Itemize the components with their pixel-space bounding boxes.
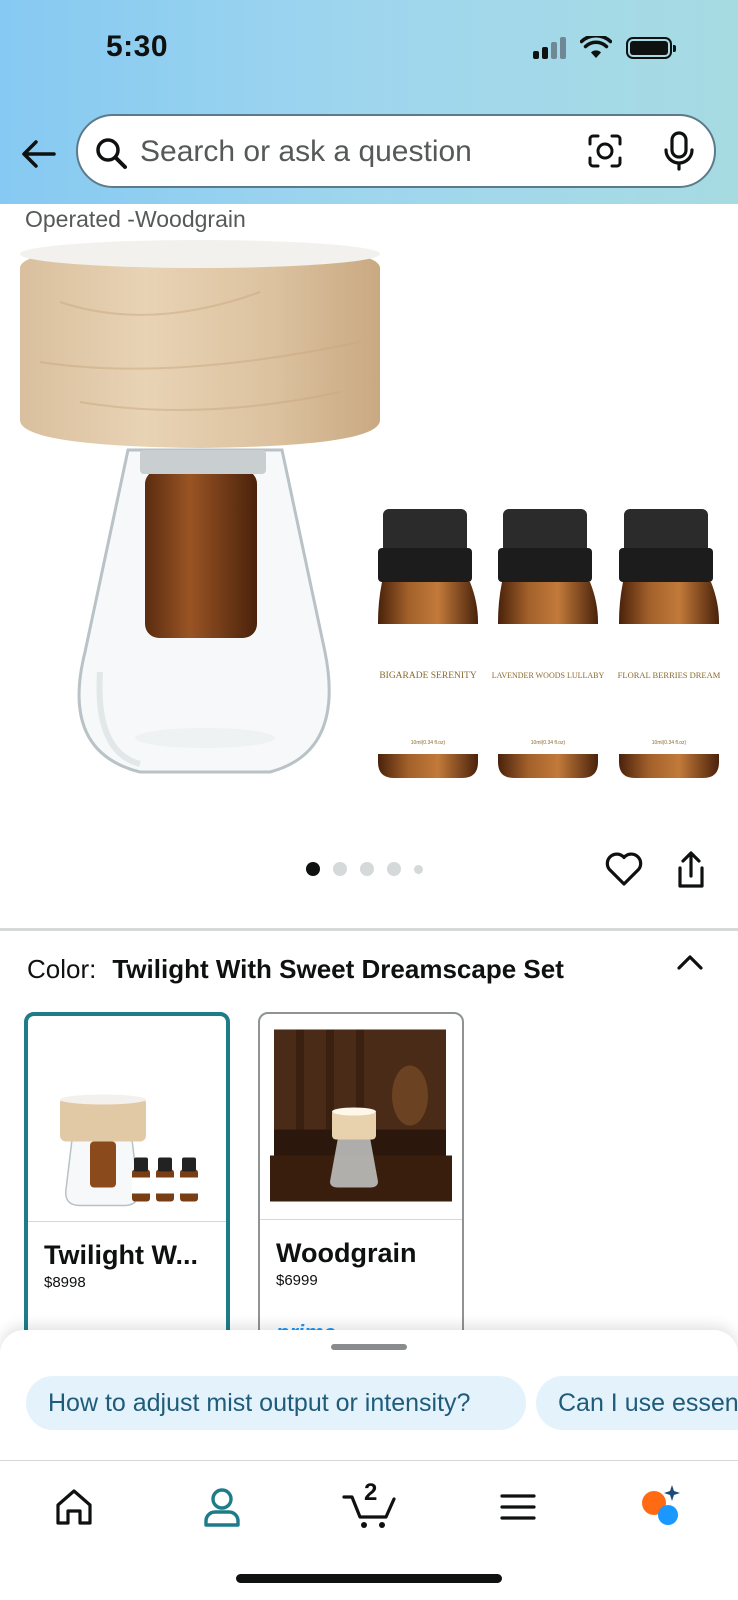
product-image[interactable]: BIGARADE SERENITY 10ml(0.34 fl.oz) LAVEN… bbox=[0, 232, 738, 812]
carousel-dot[interactable] bbox=[414, 864, 423, 874]
camera-lens-icon[interactable] bbox=[586, 132, 624, 170]
price-dollars: $69 bbox=[276, 1272, 302, 1289]
battery-icon bbox=[626, 37, 676, 59]
suggestion-chip[interactable]: Can I use essent bbox=[536, 1376, 738, 1430]
header: 5:30 bbox=[0, 0, 738, 204]
color-value: Twilight With Sweet Dreamscape Set bbox=[112, 954, 564, 984]
carousel-dot[interactable] bbox=[360, 862, 374, 876]
swatch-image bbox=[260, 1014, 462, 1220]
carousel-dot[interactable] bbox=[306, 862, 320, 876]
chevron-up-icon[interactable] bbox=[676, 952, 704, 972]
swatch-image bbox=[28, 1016, 226, 1222]
price-cents: 99 bbox=[301, 1272, 318, 1289]
search-bar[interactable] bbox=[76, 114, 716, 188]
bottle-label-3: FLORAL BERRIES DREAM bbox=[618, 670, 721, 680]
rufus-suggestion-sheet: How to adjust mist output or intensity? … bbox=[0, 1330, 738, 1460]
bottle-size-2: 10ml(0.34 fl.oz) bbox=[531, 740, 566, 746]
oil-bottle: LAVENDER WOODS LULLABY 10ml(0.34 fl.oz) bbox=[492, 509, 605, 778]
status-icons bbox=[533, 36, 676, 60]
color-label: Color: bbox=[27, 954, 97, 984]
carousel-dot[interactable] bbox=[387, 862, 401, 876]
sheet-handle[interactable] bbox=[331, 1344, 407, 1350]
carousel-dot[interactable] bbox=[333, 862, 347, 876]
variation-row: Color: Twilight With Sweet Dreamscape Se… bbox=[27, 954, 564, 985]
variation-swatch-twilight[interactable]: Twilight W... $8998 bbox=[24, 1012, 230, 1342]
suggestion-chip[interactable]: How to adjust mist output or intensity? bbox=[26, 1376, 526, 1430]
bottle-size-3: 10ml(0.34 fl.oz) bbox=[652, 740, 687, 746]
menu-icon[interactable] bbox=[494, 1483, 542, 1531]
bottle-label-1: BIGARADE SERENITY bbox=[379, 671, 477, 681]
bottle-label-2: LAVENDER WOODS LULLABY bbox=[492, 671, 605, 680]
status-time: 5:30 bbox=[106, 30, 169, 63]
cart-button[interactable]: 2 bbox=[342, 1479, 400, 1531]
cart-count: 2 bbox=[364, 1479, 378, 1506]
home-icon[interactable] bbox=[50, 1483, 98, 1531]
swatch-name: Woodgrain bbox=[276, 1238, 417, 1268]
home-indicator bbox=[236, 1574, 502, 1583]
search-input[interactable] bbox=[140, 130, 560, 174]
swatch-name: Twilight W... bbox=[44, 1240, 198, 1270]
back-arrow-icon[interactable] bbox=[18, 134, 58, 174]
signal-icon bbox=[533, 37, 566, 59]
divider bbox=[0, 928, 738, 931]
price-cents: 98 bbox=[69, 1274, 86, 1291]
carousel-dots[interactable] bbox=[306, 862, 423, 876]
variation-swatch-woodgrain[interactable]: Woodgrain $6999 prime bbox=[258, 1012, 464, 1342]
oil-bottle: BIGARADE SERENITY 10ml(0.34 fl.oz) bbox=[376, 509, 480, 778]
search-icon bbox=[96, 138, 127, 169]
swatch-price: $8998 bbox=[44, 1274, 86, 1310]
share-icon[interactable] bbox=[674, 850, 708, 890]
rufus-icon[interactable] bbox=[636, 1483, 684, 1531]
product-subtitle: Operated -Woodgrain bbox=[25, 206, 246, 232]
bottle-size-1: 10ml(0.34 fl.oz) bbox=[411, 740, 446, 746]
oil-bottle: FLORAL BERRIES DREAM 10ml(0.34 fl.oz) bbox=[617, 509, 721, 778]
swatch-price: $6999 bbox=[276, 1272, 318, 1308]
price-dollars: $89 bbox=[44, 1274, 70, 1291]
heart-icon[interactable] bbox=[604, 850, 644, 888]
account-icon[interactable] bbox=[198, 1483, 246, 1531]
wifi-icon bbox=[580, 36, 612, 58]
microphone-icon[interactable] bbox=[662, 130, 696, 172]
